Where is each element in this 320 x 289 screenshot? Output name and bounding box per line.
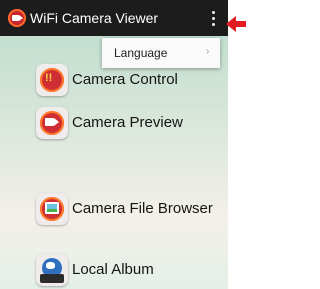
overflow-dot — [212, 17, 215, 20]
menu-item-label: Local Album — [72, 261, 154, 278]
more-vert-icon[interactable] — [207, 10, 219, 28]
menu-item-label: Camera File Browser — [72, 200, 213, 217]
camera-app-icon-body — [12, 15, 19, 21]
camera-app-icon-lens — [19, 15, 23, 21]
app-bar: WiFi Camera Viewer — [0, 0, 228, 36]
menu-item-camera-preview[interactable]: Camera Preview — [36, 107, 226, 141]
camera-preview-icon-body — [45, 118, 54, 126]
menu-item-local-album[interactable]: Local Album — [36, 254, 226, 288]
local-album-icon-land — [46, 262, 55, 269]
local-album-icon-tray — [40, 274, 64, 283]
overflow-dot — [212, 23, 215, 26]
app-screen: WiFi Camera Viewer Language › !! Camera … — [0, 0, 228, 289]
camera-control-icon-glyph: !! — [45, 72, 53, 84]
menu-item-label: Camera Preview — [72, 114, 183, 131]
red-pointer-arrow-shaft — [235, 21, 246, 27]
camera-preview-icon-lens — [54, 118, 59, 126]
app-title: WiFi Camera Viewer — [30, 10, 159, 26]
camera-app-icon — [8, 9, 26, 27]
menu-item-camera-control[interactable]: !! Camera Control — [36, 64, 226, 98]
file-browser-icon-grass — [47, 209, 57, 212]
file-browser-icon — [36, 193, 68, 225]
menu-item-label: Camera Control — [72, 71, 178, 88]
menu-item-camera-file-browser[interactable]: Camera File Browser — [36, 193, 226, 227]
chevron-right-icon: › — [206, 46, 210, 57]
camera-control-icon: !! — [36, 64, 68, 96]
menu-item-label: Language — [114, 46, 168, 60]
overflow-dot — [212, 11, 215, 14]
local-album-icon — [36, 254, 68, 286]
camera-preview-icon — [36, 107, 68, 139]
